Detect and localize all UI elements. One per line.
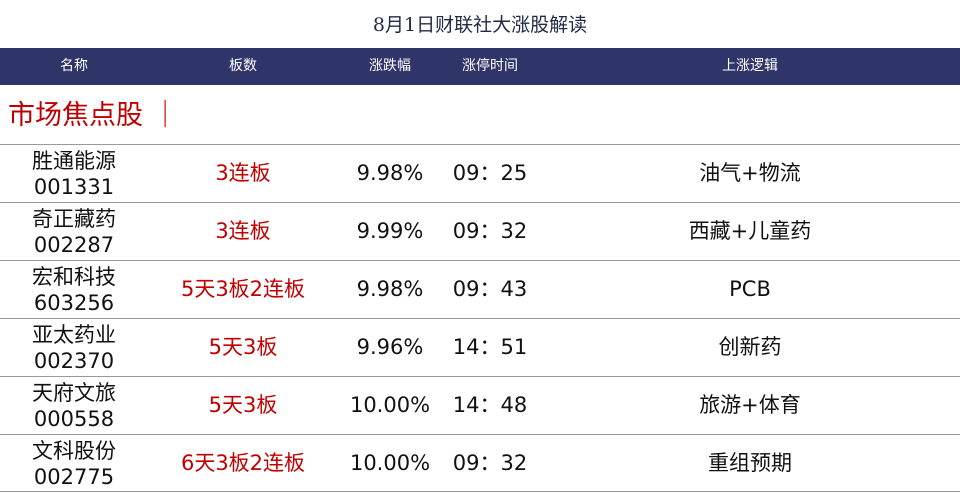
board-count: 6天3板2连板 [180, 451, 306, 475]
limit-up-time: 09：32 [452, 219, 528, 243]
rise-logic: 创新药 [718, 335, 782, 359]
rise-logic: 旅游+体育 [699, 393, 801, 417]
stock-table: 胜通能源 001331 3连板 9.98% 09：25 油气+物流 奇正藏药 0… [0, 144, 960, 492]
table-row: 宏和科技 603256 5天3板2连板 9.98% 09：43 PCB [0, 260, 960, 318]
price-change: 9.98% [356, 161, 424, 185]
stock-name: 亚太药业 [32, 323, 116, 347]
stock-code: 603256 [33, 291, 115, 315]
column-header-board: 板数 [229, 58, 257, 74]
rise-logic: PCB [729, 277, 771, 301]
board-count: 5天3板 [208, 393, 278, 417]
stock-name: 文科股份 [32, 439, 116, 463]
rise-logic: 重组预期 [708, 451, 792, 475]
table-row: 胜通能源 001331 3连板 9.98% 09：25 油气+物流 [0, 144, 960, 202]
rise-logic: 西藏+儿童药 [688, 219, 812, 243]
limit-up-time: 09：25 [452, 161, 528, 185]
limit-up-time: 09：43 [452, 277, 528, 301]
stock-name-cell: 胜通能源 001331 [0, 148, 148, 200]
column-header-logic: 上涨逻辑 [722, 58, 778, 74]
board-count: 3连板 [215, 219, 271, 243]
limit-up-time: 14：48 [452, 393, 528, 417]
stock-code: 002775 [33, 465, 115, 489]
stock-name-cell: 奇正藏药 002287 [0, 206, 148, 258]
stock-code: 000558 [33, 407, 115, 431]
board-count: 3连板 [215, 161, 271, 185]
stock-name-cell: 亚太药业 002370 [0, 322, 148, 374]
stock-name-cell: 天府文旅 000558 [0, 380, 148, 432]
board-count: 5天3板 [208, 335, 278, 359]
table-row: 文科股份 002775 6天3板2连板 10.00% 09：32 重组预期 [0, 434, 960, 492]
table-header: 名称 板数 涨跌幅 涨停时间 上涨逻辑 [0, 48, 960, 85]
rise-logic: 油气+物流 [699, 161, 801, 185]
column-header-limit-time: 涨停时间 [462, 58, 518, 74]
price-change: 10.00% [349, 393, 431, 417]
column-header-change: 涨跌幅 [369, 58, 411, 74]
stock-name: 奇正藏药 [32, 207, 116, 231]
table-row: 天府文旅 000558 5天3板 10.00% 14：48 旅游+体育 [0, 376, 960, 434]
price-change: 10.00% [349, 451, 431, 475]
stock-code: 002370 [33, 349, 115, 373]
table-row: 奇正藏药 002287 3连板 9.99% 09：32 西藏+儿童药 [0, 202, 960, 260]
limit-up-time: 09：32 [452, 451, 528, 475]
stock-name: 宏和科技 [32, 265, 116, 289]
board-count: 5天3板2连板 [180, 277, 306, 301]
price-change: 9.96% [356, 335, 424, 359]
stock-name: 天府文旅 [32, 381, 116, 405]
table-row: 亚太药业 002370 5天3板 9.96% 14：51 创新药 [0, 318, 960, 376]
stock-code: 002287 [33, 233, 115, 257]
section-heading: 市场焦点股 ｜ [0, 85, 960, 144]
stock-name-cell: 宏和科技 603256 [0, 264, 148, 316]
price-change: 9.99% [356, 219, 424, 243]
stock-code: 001331 [33, 175, 115, 199]
column-header-name: 名称 [60, 58, 88, 74]
page-title: 8月1日财联社大涨股解读 [372, 14, 588, 36]
limit-up-time: 14：51 [452, 335, 528, 359]
stock-name-cell: 文科股份 002775 [0, 438, 148, 490]
stock-name: 胜通能源 [32, 149, 116, 173]
section-label: 市场焦点股 ｜ [8, 100, 179, 131]
price-change: 9.98% [356, 277, 424, 301]
